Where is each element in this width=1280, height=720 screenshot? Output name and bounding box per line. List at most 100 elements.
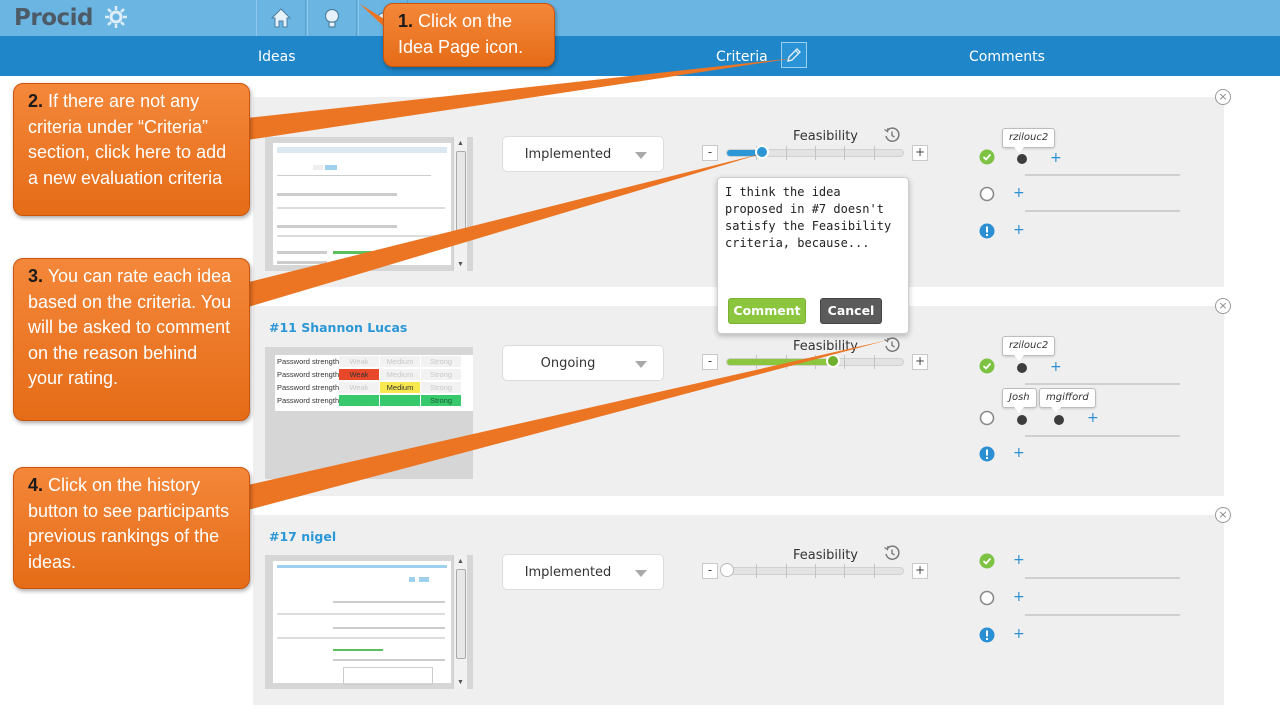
callout-text: Click on the history button to see parti… [28,475,230,572]
column-criteria: Criteria [716,49,768,65]
idea-row-3: #17 nigel ▲ ▼ Implemented Feasibility - [253,515,1224,705]
add-neutral-button[interactable]: + [1013,589,1025,605]
slider-handle[interactable] [825,354,840,368]
password-strength-cell: Strong [421,369,461,380]
callout-step-1: 1. Click on the Idea Page icon. [383,3,555,67]
criterion-label: Feasibility [793,129,858,144]
divider [1025,383,1180,385]
callout-number: 1. [398,11,414,31]
rating-increase-button[interactable]: + [912,145,928,161]
idea-title[interactable]: #17 nigel [269,529,336,544]
password-strength-row: Password strength: Weak Medium Strong [275,356,473,368]
cancel-button[interactable]: Cancel [820,298,882,324]
divider [1025,577,1180,579]
app-logo: Procid [14,5,93,31]
add-neutral-button[interactable]: + [1087,410,1099,426]
close-icon[interactable]: × [1215,298,1231,314]
lightbulb-icon [324,8,340,28]
idea-row-2: #11 Shannon Lucas Password strength: Weak… [253,306,1224,496]
callout-step-3: 3. You can rate each idea based on the c… [13,258,250,421]
column-header-bar: Ideas s Criteria Comments [0,36,1280,76]
criterion-label: Feasibility [793,548,858,563]
column-comments: Comments [969,49,1045,65]
callout-number: 3. [28,266,44,286]
comment-textarea[interactable]: I think the idea proposed in #7 doesn't … [725,184,905,252]
idea-thumbnail: Password strength: Weak Medium Strong Passwo… [265,347,473,479]
chevron-down-icon [635,361,647,368]
callout-step-2: 2. If there are not any criteria under “… [13,83,250,216]
add-accept-button[interactable]: + [1050,359,1062,375]
close-icon[interactable]: × [1215,89,1231,105]
question-alert-icon [979,446,995,462]
status-value: Implemented [524,565,612,580]
divider [1025,614,1180,616]
user-vote-dot[interactable] [1017,415,1027,425]
callout-text: You can rate each idea based on the crit… [28,266,232,388]
password-strength-label: Password strength: [277,396,342,405]
slider-fill [727,359,833,365]
chevron-down-icon [635,152,647,159]
rating-increase-button[interactable]: + [912,354,928,370]
add-neutral-button[interactable]: + [1013,185,1025,201]
slider-tick [785,564,787,578]
divider [1025,435,1180,437]
question-alert-icon [979,223,995,239]
add-question-button[interactable]: + [1013,626,1025,642]
status-value: Implemented [524,147,612,162]
password-strength-row: Password strength: Weak Medium Strong [275,382,473,394]
password-strength-preview: Password strength: Weak Medium Strong Passwo… [275,355,473,411]
user-vote-dot[interactable] [1017,154,1027,164]
callout-text: Click on the Idea Page icon. [398,11,524,57]
user-tag: rzilouc2 [1002,128,1056,153]
password-strength-cell: Medium [380,395,420,406]
status-dropdown[interactable]: Ongoing [502,345,664,381]
password-strength-cell: Medium [380,356,420,367]
accept-check-icon [979,149,995,165]
callout-text: If there are not any criteria under “Cri… [28,91,227,188]
status-value: Ongoing [540,356,596,371]
rating-decrease-button[interactable]: - [702,354,718,370]
add-question-button[interactable]: + [1013,222,1025,238]
rating-slider[interactable] [726,354,904,369]
password-strength-cell: Weak [339,356,379,367]
home-nav-button[interactable] [256,0,306,36]
slider-tick [873,355,875,369]
add-criteria-button[interactable] [781,42,807,68]
password-strength-cell: Medium [380,369,420,380]
slider-tick [756,564,758,578]
idea-page-nav-button[interactable] [307,0,357,36]
pencil-icon [787,48,801,62]
accept-check-icon [979,553,995,569]
close-icon[interactable]: × [1215,507,1231,523]
status-dropdown[interactable]: Implemented [502,136,664,172]
password-strength-row: Password strength: Weak Medium Strong [275,395,473,407]
history-icon[interactable] [883,544,901,562]
password-strength-cell: Weak [339,382,379,393]
rating-increase-button[interactable]: + [912,563,928,579]
history-icon[interactable] [883,336,901,354]
password-strength-label: Password strength: [277,383,342,392]
criterion-label: Feasibility [793,339,858,354]
divider [1025,210,1180,212]
idea-thumbnail: ▲ ▼ [265,555,473,689]
password-strength-row: Password strength: Weak Medium Strong [275,369,473,381]
user-tag: Josh [1002,388,1037,413]
add-accept-button[interactable]: + [1050,150,1062,166]
rating-slider[interactable] [726,145,904,160]
accept-check-icon [979,358,995,374]
rating-decrease-button[interactable]: - [702,563,718,579]
add-question-button[interactable]: + [1013,445,1025,461]
slider-handle[interactable] [720,563,734,577]
history-icon[interactable] [883,126,901,144]
add-accept-button[interactable]: + [1013,552,1025,568]
slider-tick [785,146,787,160]
rating-decrease-button[interactable]: - [702,145,718,161]
rating-slider[interactable] [720,563,904,578]
user-vote-dot[interactable] [1017,363,1027,373]
status-dropdown[interactable]: Implemented [502,554,664,590]
idea-title[interactable]: #11 Shannon Lucas [269,320,407,335]
slider-handle[interactable] [755,145,770,159]
password-strength-cell: Strong [421,356,461,367]
comment-button[interactable]: Comment [728,298,806,324]
user-vote-dot[interactable] [1054,415,1064,425]
